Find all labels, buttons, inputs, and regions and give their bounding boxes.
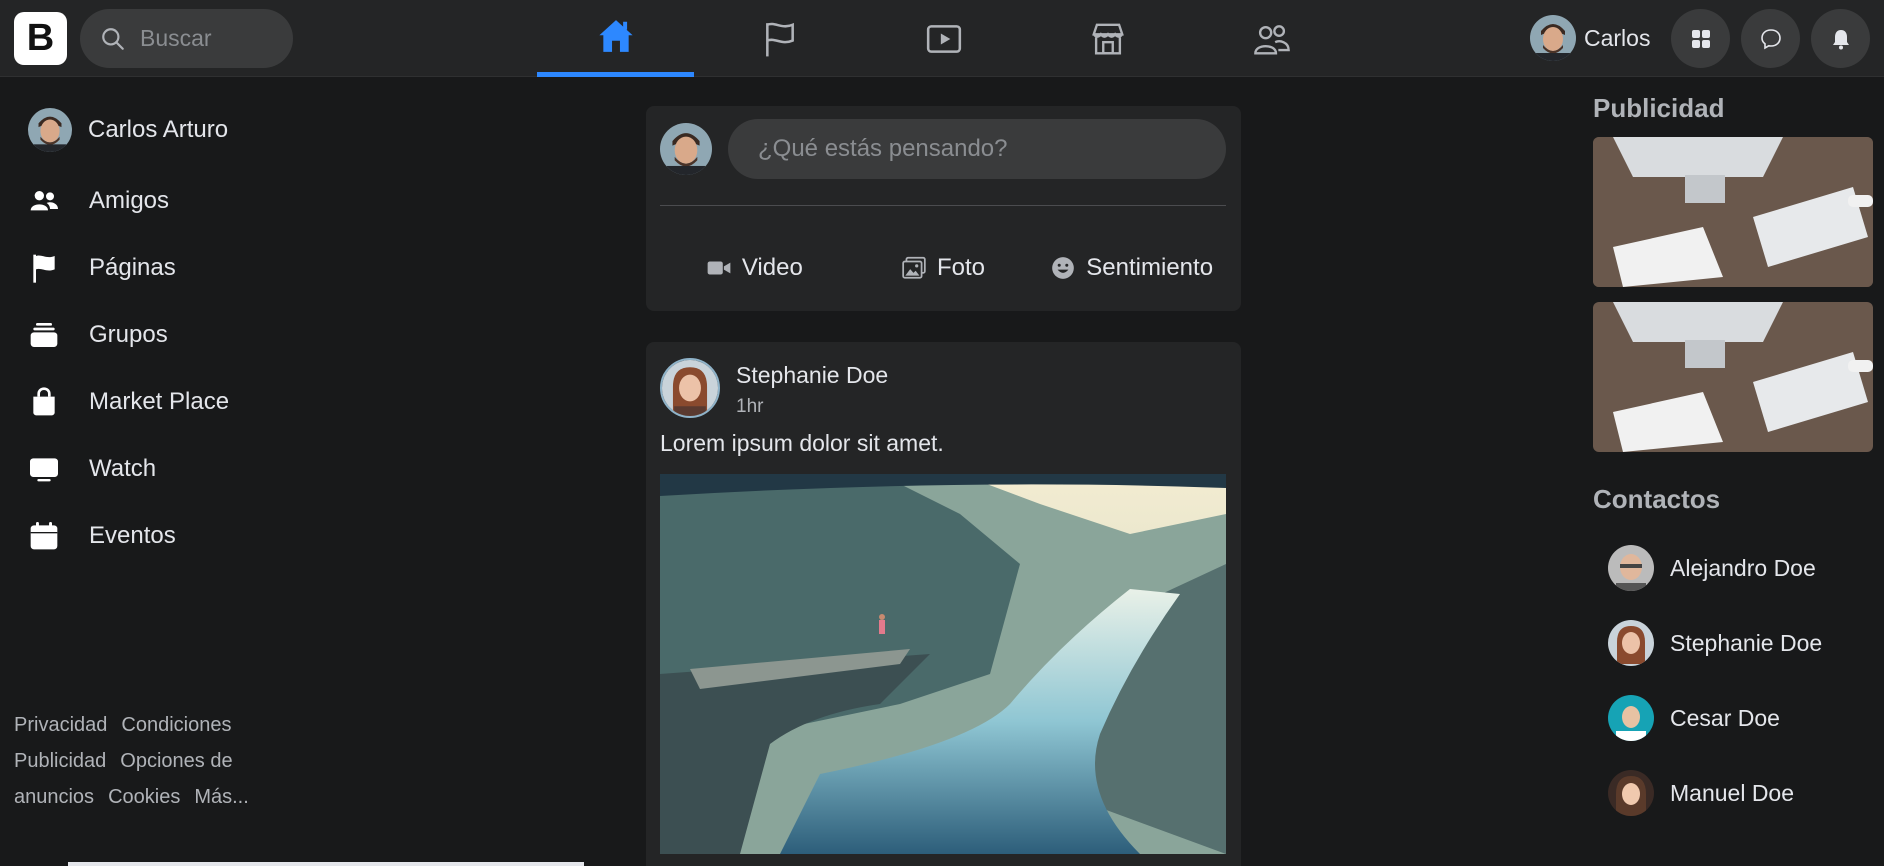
footer-links: Privacidad Condiciones Publicidad Opciones… [14, 707, 274, 815]
groups-icon [30, 323, 58, 347]
avatar [1608, 695, 1654, 741]
tab-groups[interactable] [1193, 0, 1350, 77]
contact-name: Stephanie Doe [1670, 629, 1823, 656]
avatar [1530, 15, 1576, 61]
contact-item[interactable]: Stephanie Doe [1608, 618, 1822, 668]
store-icon [1091, 23, 1124, 54]
composer-placeholder: ¿Qué estás pensando? [758, 135, 1008, 162]
avatar [660, 123, 712, 175]
video-camera-icon [707, 261, 731, 275]
contacts-title: Contactos [1593, 484, 1721, 514]
photo-button[interactable]: Foto [849, 246, 1038, 290]
ad-image[interactable] [1593, 302, 1873, 452]
top-navbar: B Carlos [0, 0, 1884, 77]
grid-menu-icon [1691, 29, 1710, 48]
image-icon [902, 256, 926, 279]
feeling-button[interactable]: Sentimiento [1037, 246, 1226, 290]
avatar[interactable] [660, 358, 720, 418]
avatar [1608, 545, 1654, 591]
composer-input[interactable]: ¿Qué estás pensando? [728, 119, 1226, 179]
people-icon [1253, 24, 1290, 54]
sidebar-item-label: Grupos [89, 321, 168, 348]
home-icon [598, 20, 633, 52]
sidebar-item-pages[interactable]: Páginas [28, 243, 408, 293]
post-time[interactable]: 1hr [736, 396, 888, 418]
contact-item[interactable]: Manuel Doe [1608, 768, 1794, 818]
footer-link-ad-options[interactable]: Opciones de [120, 750, 232, 772]
avatar [1608, 770, 1654, 816]
sidebar-item-events[interactable]: Eventos [28, 511, 408, 561]
sidebar-item-label: Amigos [89, 187, 170, 214]
sidebar-item-groups[interactable]: Grupos [28, 310, 408, 360]
avatar [28, 108, 72, 152]
post-text: Lorem ipsum dolor sit amet. [660, 430, 944, 456]
photo-button-label: Foto [936, 254, 986, 281]
tab-home[interactable] [537, 0, 694, 77]
avatar [1608, 620, 1654, 666]
sidebar-item-watch[interactable]: Watch [28, 444, 408, 494]
ad-image[interactable] [1593, 137, 1873, 287]
flag-icon [765, 22, 794, 56]
video-button[interactable]: Video [660, 246, 849, 290]
logo-letter: B [26, 17, 55, 59]
notifications-button[interactable] [1811, 9, 1870, 68]
messenger-icon [1760, 28, 1781, 49]
divider [660, 205, 1226, 206]
contact-name: Cesar Doe [1670, 704, 1780, 731]
sidebar-profile-name: Carlos Arturo [88, 116, 229, 143]
footer-link-more[interactable]: Más... [194, 786, 248, 808]
post-author[interactable]: Stephanie Doe [736, 362, 888, 389]
profile-chip[interactable]: Carlos [1530, 14, 1650, 62]
friends-icon [30, 191, 58, 211]
sidebar-item-label: Páginas [89, 254, 176, 281]
footer-link-advertising[interactable]: Publicidad [14, 750, 106, 772]
video-button-label: Video [741, 254, 803, 281]
search-box[interactable] [80, 9, 293, 68]
contact-name: Alejandro Doe [1670, 554, 1816, 581]
contact-name: Manuel Doe [1670, 779, 1795, 806]
tv-icon [30, 458, 58, 482]
sidebar-item-label: Watch [89, 455, 157, 482]
smile-icon [1052, 257, 1075, 279]
feed-post: Stephanie Doe 1hr Lorem ipsum dolor sit … [646, 342, 1241, 866]
brand-logo[interactable]: B [14, 12, 67, 65]
footer-link-ads[interactable]: anuncios [14, 786, 94, 808]
tab-watch[interactable] [865, 0, 1022, 77]
tab-marketplace[interactable] [1029, 0, 1186, 77]
feeling-button-label: Sentimiento [1086, 254, 1214, 281]
flag-icon [33, 254, 55, 283]
messenger-button[interactable] [1741, 9, 1800, 68]
contact-item[interactable]: Cesar Doe [1608, 693, 1780, 743]
search-input[interactable] [140, 25, 280, 52]
contact-item[interactable]: Alejandro Doe [1608, 543, 1816, 593]
sidebar-item-label: Eventos [89, 522, 176, 549]
sidebar-item-profile[interactable]: Carlos Arturo [28, 105, 408, 155]
sidebar-item-friends[interactable]: Amigos [28, 176, 408, 226]
footer-link-privacy[interactable]: Privacidad [14, 714, 107, 736]
footer-link-terms[interactable]: Condiciones [121, 714, 231, 736]
bell-icon [1832, 29, 1849, 49]
footer-link-cookies[interactable]: Cookies [108, 786, 180, 808]
scrollbar[interactable] [68, 862, 584, 866]
sidebar-item-label: Market Place [89, 388, 230, 415]
search-icon [102, 27, 124, 50]
post-image[interactable] [660, 474, 1226, 854]
video-play-icon [926, 24, 961, 53]
shopping-bag-icon [33, 387, 55, 416]
ads-title: Publicidad [1593, 93, 1725, 123]
post-composer: ¿Qué estás pensando? Video Foto Sentimie… [646, 106, 1241, 311]
tab-pages[interactable] [701, 0, 858, 77]
menu-button[interactable] [1671, 9, 1730, 68]
profile-name: Carlos [1584, 24, 1651, 51]
sidebar-item-marketplace[interactable]: Market Place [28, 377, 408, 427]
calendar-icon [30, 522, 58, 550]
